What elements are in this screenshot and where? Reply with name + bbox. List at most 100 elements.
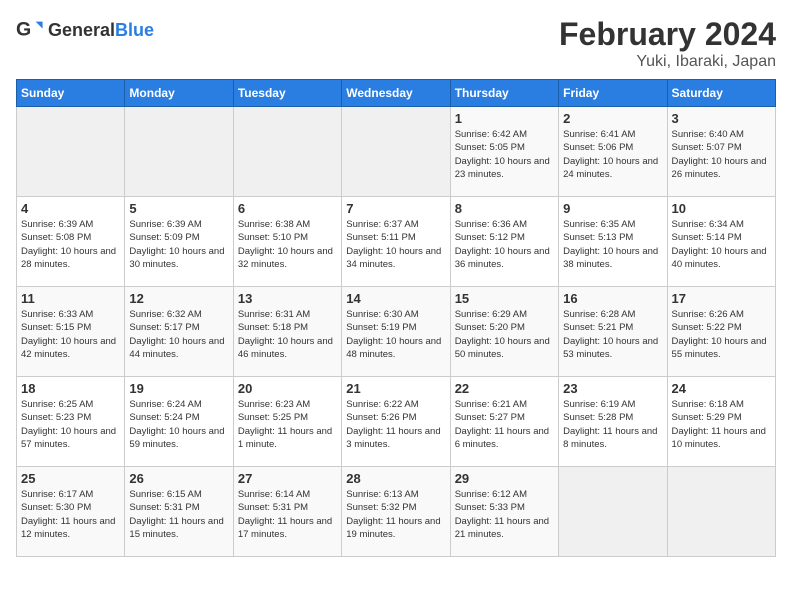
calendar-cell: 18 Sunrise: 6:25 AMSunset: 5:23 PMDayligh…: [17, 377, 125, 467]
logo-text-blue: Blue: [115, 20, 154, 40]
day-number: 15: [455, 291, 554, 306]
calendar-cell: 23 Sunrise: 6:19 AMSunset: 5:28 PMDayligh…: [559, 377, 667, 467]
calendar-cell: [233, 107, 341, 197]
weekday-header: Monday: [125, 80, 233, 107]
calendar-cell: 27 Sunrise: 6:14 AMSunset: 5:31 PMDayligh…: [233, 467, 341, 557]
page-subtitle: Yuki, Ibaraki, Japan: [559, 53, 776, 71]
calendar-cell: 24 Sunrise: 6:18 AMSunset: 5:29 PMDayligh…: [667, 377, 775, 467]
day-number: 24: [672, 381, 771, 396]
weekday-header: Wednesday: [342, 80, 450, 107]
cell-info: Sunrise: 6:15 AMSunset: 5:31 PMDaylight:…: [129, 488, 228, 541]
day-number: 26: [129, 471, 228, 486]
cell-info: Sunrise: 6:30 AMSunset: 5:19 PMDaylight:…: [346, 308, 445, 361]
calendar-week-row: 11 Sunrise: 6:33 AMSunset: 5:15 PMDayligh…: [17, 287, 776, 377]
calendar-cell: 8 Sunrise: 6:36 AMSunset: 5:12 PMDaylight…: [450, 197, 558, 287]
calendar-cell: [342, 107, 450, 197]
cell-info: Sunrise: 6:34 AMSunset: 5:14 PMDaylight:…: [672, 218, 771, 271]
cell-info: Sunrise: 6:28 AMSunset: 5:21 PMDaylight:…: [563, 308, 662, 361]
calendar-cell: [559, 467, 667, 557]
calendar-cell: 11 Sunrise: 6:33 AMSunset: 5:15 PMDayligh…: [17, 287, 125, 377]
day-number: 5: [129, 201, 228, 216]
calendar-cell: 4Sunrise: 6:39 AMSunset: 5:08 PMDaylight…: [17, 197, 125, 287]
cell-info: Sunrise: 6:41 AMSunset: 5:06 PMDaylight:…: [563, 128, 662, 181]
cell-info: Sunrise: 6:37 AMSunset: 5:11 PMDaylight:…: [346, 218, 445, 271]
cell-info: Sunrise: 6:21 AMSunset: 5:27 PMDaylight:…: [455, 398, 554, 451]
calendar-body: 1Sunrise: 6:42 AMSunset: 5:05 PMDaylight…: [17, 107, 776, 557]
calendar-week-row: 25 Sunrise: 6:17 AMSunset: 5:30 PMDayligh…: [17, 467, 776, 557]
day-number: 25: [21, 471, 120, 486]
cell-info: Sunrise: 6:17 AMSunset: 5:30 PMDaylight:…: [21, 488, 120, 541]
calendar-cell: 29 Sunrise: 6:12 AMSunset: 5:33 PMDayligh…: [450, 467, 558, 557]
cell-info: Sunrise: 6:12 AMSunset: 5:33 PMDaylight:…: [455, 488, 554, 541]
calendar-cell: 14 Sunrise: 6:30 AMSunset: 5:19 PMDayligh…: [342, 287, 450, 377]
weekday-header: Saturday: [667, 80, 775, 107]
cell-info: Sunrise: 6:33 AMSunset: 5:15 PMDaylight:…: [21, 308, 120, 361]
calendar-cell: 10 Sunrise: 6:34 AMSunset: 5:14 PMDayligh…: [667, 197, 775, 287]
day-number: 8: [455, 201, 554, 216]
calendar-cell: 20 Sunrise: 6:23 AMSunset: 5:25 PMDayligh…: [233, 377, 341, 467]
day-number: 21: [346, 381, 445, 396]
cell-info: Sunrise: 6:14 AMSunset: 5:31 PMDaylight:…: [238, 488, 337, 541]
cell-info: Sunrise: 6:26 AMSunset: 5:22 PMDaylight:…: [672, 308, 771, 361]
calendar-cell: 21 Sunrise: 6:22 AMSunset: 5:26 PMDayligh…: [342, 377, 450, 467]
calendar-cell: 2Sunrise: 6:41 AMSunset: 5:06 PMDaylight…: [559, 107, 667, 197]
day-number: 20: [238, 381, 337, 396]
calendar-cell: [17, 107, 125, 197]
cell-info: Sunrise: 6:32 AMSunset: 5:17 PMDaylight:…: [129, 308, 228, 361]
weekday-header: Thursday: [450, 80, 558, 107]
day-number: 11: [21, 291, 120, 306]
calendar-cell: 28 Sunrise: 6:13 AMSunset: 5:32 PMDayligh…: [342, 467, 450, 557]
calendar-cell: 25 Sunrise: 6:17 AMSunset: 5:30 PMDayligh…: [17, 467, 125, 557]
day-number: 10: [672, 201, 771, 216]
title-block: February 2024 Yuki, Ibaraki, Japan: [559, 16, 776, 71]
day-number: 14: [346, 291, 445, 306]
day-number: 29: [455, 471, 554, 486]
day-number: 27: [238, 471, 337, 486]
day-number: 23: [563, 381, 662, 396]
day-number: 28: [346, 471, 445, 486]
cell-info: Sunrise: 6:42 AMSunset: 5:05 PMDaylight:…: [455, 128, 554, 181]
cell-info: Sunrise: 6:18 AMSunset: 5:29 PMDaylight:…: [672, 398, 771, 451]
calendar-cell: [667, 467, 775, 557]
page-header: G GeneralBlue February 2024 Yuki, Ibarak…: [16, 16, 776, 71]
cell-info: Sunrise: 6:40 AMSunset: 5:07 PMDaylight:…: [672, 128, 771, 181]
day-number: 3: [672, 111, 771, 126]
cell-info: Sunrise: 6:23 AMSunset: 5:25 PMDaylight:…: [238, 398, 337, 451]
logo-text-general: General: [48, 20, 115, 40]
cell-info: Sunrise: 6:24 AMSunset: 5:24 PMDaylight:…: [129, 398, 228, 451]
calendar-week-row: 4Sunrise: 6:39 AMSunset: 5:08 PMDaylight…: [17, 197, 776, 287]
logo-icon: G: [16, 16, 44, 44]
calendar-cell: 13 Sunrise: 6:31 AMSunset: 5:18 PMDayligh…: [233, 287, 341, 377]
cell-info: Sunrise: 6:31 AMSunset: 5:18 PMDaylight:…: [238, 308, 337, 361]
calendar-cell: 1Sunrise: 6:42 AMSunset: 5:05 PMDaylight…: [450, 107, 558, 197]
cell-info: Sunrise: 6:25 AMSunset: 5:23 PMDaylight:…: [21, 398, 120, 451]
cell-info: Sunrise: 6:22 AMSunset: 5:26 PMDaylight:…: [346, 398, 445, 451]
cell-info: Sunrise: 6:38 AMSunset: 5:10 PMDaylight:…: [238, 218, 337, 271]
calendar-cell: 5Sunrise: 6:39 AMSunset: 5:09 PMDaylight…: [125, 197, 233, 287]
calendar-cell: 15 Sunrise: 6:29 AMSunset: 5:20 PMDayligh…: [450, 287, 558, 377]
cell-info: Sunrise: 6:29 AMSunset: 5:20 PMDaylight:…: [455, 308, 554, 361]
calendar-cell: 17 Sunrise: 6:26 AMSunset: 5:22 PMDayligh…: [667, 287, 775, 377]
day-number: 17: [672, 291, 771, 306]
svg-text:G: G: [16, 19, 31, 41]
calendar-week-row: 18 Sunrise: 6:25 AMSunset: 5:23 PMDayligh…: [17, 377, 776, 467]
day-number: 18: [21, 381, 120, 396]
day-number: 13: [238, 291, 337, 306]
calendar-cell: 19 Sunrise: 6:24 AMSunset: 5:24 PMDayligh…: [125, 377, 233, 467]
cell-info: Sunrise: 6:36 AMSunset: 5:12 PMDaylight:…: [455, 218, 554, 271]
cell-info: Sunrise: 6:19 AMSunset: 5:28 PMDaylight:…: [563, 398, 662, 451]
day-number: 16: [563, 291, 662, 306]
cell-info: Sunrise: 6:35 AMSunset: 5:13 PMDaylight:…: [563, 218, 662, 271]
cell-info: Sunrise: 6:13 AMSunset: 5:32 PMDaylight:…: [346, 488, 445, 541]
day-number: 6: [238, 201, 337, 216]
day-number: 12: [129, 291, 228, 306]
day-number: 22: [455, 381, 554, 396]
day-number: 19: [129, 381, 228, 396]
calendar-week-row: 1Sunrise: 6:42 AMSunset: 5:05 PMDaylight…: [17, 107, 776, 197]
calendar-cell: 9Sunrise: 6:35 AMSunset: 5:13 PMDaylight…: [559, 197, 667, 287]
calendar-cell: 3 Sunrise: 6:40 AMSunset: 5:07 PMDaylight…: [667, 107, 775, 197]
cell-info: Sunrise: 6:39 AMSunset: 5:08 PMDaylight:…: [21, 218, 120, 271]
weekday-row: SundayMondayTuesdayWednesdayThursdayFrid…: [17, 80, 776, 107]
calendar-cell: 7Sunrise: 6:37 AMSunset: 5:11 PMDaylight…: [342, 197, 450, 287]
logo: G GeneralBlue: [16, 16, 154, 44]
